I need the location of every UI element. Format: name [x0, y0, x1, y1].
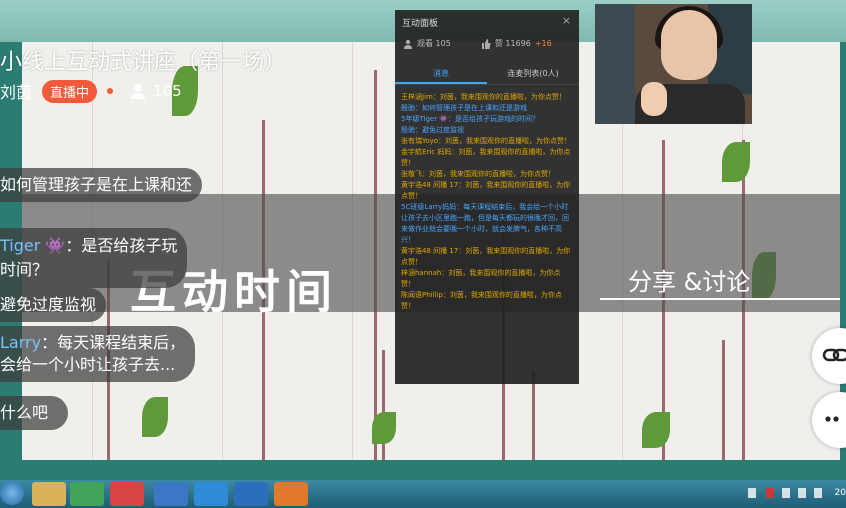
panel-message: 黄宇浩48 间播 17：刘茵，我来围观你的直播啦，为你点赞！: [401, 180, 573, 202]
chat-bubble: Tiger 👾：是否给孩子玩 时间？: [0, 228, 188, 288]
message-text: 48 间播 17：刘茵，我来围观你的直播啦，为你点赞！: [401, 247, 571, 266]
chat-bubble: Larry：每天课程结束后， 会给一个小时让孩子去...: [0, 326, 196, 382]
presenter-face: [661, 10, 717, 80]
live-dot-icon: [107, 88, 114, 94]
bubble-author: Tiger: [0, 236, 41, 255]
message-author[interactable]: 黄宇浩: [401, 247, 422, 255]
message-author[interactable]: 殷驰: [401, 104, 415, 112]
panel-message: 张敬飞：刘茵，我来围观你的直播啦，为你点赞！: [401, 169, 573, 180]
interaction-panel: 互动面板 × 观看 105 赞 11696 +16 消息 连麦列表(0人) 王梓…: [395, 10, 579, 384]
bubble-author: Larry: [0, 333, 42, 352]
likes-label: 赞 11696: [494, 39, 531, 48]
panel-message: 陈闻语Phillip：刘茵，我来围观你的直播啦，为你点赞！: [401, 290, 573, 312]
leaf: [642, 412, 670, 448]
message-author[interactable]: 5C班级Larry妈妈: [401, 203, 456, 211]
message-text: ：刘茵，我来围观你的直播啦，为你点赞！: [422, 170, 555, 178]
ppt-taskbar-icon[interactable]: [274, 482, 308, 506]
message-text: ：是否给孩子玩游戏的时间？: [448, 115, 540, 123]
panel-stats: 观看 105 赞 11696 +16: [403, 38, 552, 49]
volume-icon[interactable]: [814, 488, 822, 498]
panel-message: 5年级Tiger 👾：是否给孩子玩游戏的时间？: [401, 114, 573, 125]
presenter-hand: [641, 82, 667, 116]
viewer-icon: [131, 84, 146, 99]
panel-message: 梓涵hannah：刘茵，我来围观你的直播啦，为你点赞！: [401, 268, 573, 290]
plant-stem: [722, 340, 725, 460]
close-icon[interactable]: ×: [562, 14, 571, 27]
bubble-text: 如何管理孩子是在上课和还: [0, 175, 193, 194]
clock[interactable]: 20: [835, 488, 846, 498]
message-author[interactable]: 5年级Tiger 👾: [401, 115, 448, 123]
panel-title: 互动面板: [402, 19, 439, 29]
host-name[interactable]: 刘茵: [0, 79, 32, 103]
bubble-text: 避免过度监视: [0, 295, 97, 314]
viewer-count: 105: [153, 82, 182, 100]
tray-icon[interactable]: [748, 488, 756, 498]
link-icon: [822, 348, 846, 362]
tab-messages[interactable]: 消息: [395, 66, 487, 84]
start-button[interactable]: [0, 481, 24, 505]
message-author[interactable]: 张有瑞Yoyo: [401, 137, 438, 145]
panel-message: 王梓涵Jim：刘茵，我来围观你的直播啦，为你点赞！: [401, 92, 573, 103]
panel-message: 金宇航Eric 妈妈：刘茵，我来围观你的直播啦，为你点赞！: [401, 147, 573, 169]
panel-message: 黄宇浩48 间播 17：刘茵，我来围观你的直播啦，为你点赞！: [401, 246, 573, 268]
app-taskbar-icon[interactable]: [194, 482, 228, 506]
message-author[interactable]: 殷驰: [401, 126, 415, 134]
leaf: [142, 397, 168, 437]
bubble-text: ：每天课程结束后，: [41, 333, 186, 352]
more-icon: [825, 416, 839, 422]
panel-message: 5C班级Larry妈妈：每天课程结束后，我会给一个小时让孩子去小区里跑一跑，但是…: [401, 202, 573, 246]
leaf: [722, 142, 750, 182]
leaf: [372, 412, 396, 444]
panel-tabs: 消息 连麦列表(0人): [395, 66, 579, 85]
tab-mic-list[interactable]: 连麦列表(0人): [487, 66, 579, 84]
explorer-taskbar-icon[interactable]: [32, 482, 66, 506]
media-taskbar-icon[interactable]: [110, 482, 144, 506]
message-author[interactable]: 金宇航Eric 妈妈: [401, 148, 451, 156]
bubble-text: 时间？: [0, 260, 49, 279]
browser-taskbar-icon[interactable]: [70, 482, 104, 506]
panel-message: 殷驰：如何管理孩子是在上课和还是游戏: [401, 103, 573, 114]
bubble-text: ：是否给孩子玩: [65, 236, 178, 255]
bubble-text: 会给一个小时让孩子去...: [0, 355, 176, 374]
chat-bubble: 什么吧: [0, 396, 69, 430]
panel-message: 殷驰：避免过度监视: [401, 125, 573, 136]
cam-background: [595, 4, 635, 124]
likes-delta: +16: [534, 39, 552, 48]
host-row: 刘茵 直播中 105: [0, 78, 182, 104]
message-author[interactable]: 黄宇浩: [401, 181, 422, 189]
message-author[interactable]: 张敬飞: [401, 170, 422, 178]
slide-sub-title: 分享 &讨论: [628, 268, 751, 296]
message-list[interactable]: 王梓涵Jim：刘茵，我来围观你的直播啦，为你点赞！ 殷驰：如何管理孩子是在上课和还…: [401, 92, 573, 312]
message-author[interactable]: 陈闻语Phillip: [401, 291, 443, 299]
message-text: ：如何管理孩子是在上课和还是游戏: [415, 104, 527, 112]
bubble-text: 什么吧: [0, 403, 49, 422]
panel-message: 张有瑞Yoyo：刘茵，我来围观你的直播啦，为你点赞！: [401, 136, 573, 147]
message-text: ：刘茵，我来围观你的直播啦，为你点赞！: [432, 93, 566, 101]
chat-bubble: 避免过度监视: [0, 288, 107, 322]
chat-bubble: 如何管理孩子是在上课和还: [0, 168, 203, 202]
message-text: ：刘茵，我来围观你的直播啦，为你点赞！: [438, 137, 572, 145]
message-text: ：避免过度监视: [415, 126, 464, 134]
windows-taskbar: 20: [0, 480, 846, 508]
message-text: 48 间播 17：刘茵，我来围观你的直播啦，为你点赞！: [401, 181, 571, 200]
bubble-alien-icon: 👾: [45, 236, 66, 255]
message-author[interactable]: 王梓涵Jim: [401, 93, 433, 101]
app-taskbar-icon[interactable]: [154, 482, 188, 506]
thumbs-up-icon[interactable]: [481, 38, 491, 49]
tray-icon[interactable]: [782, 488, 790, 498]
network-icon[interactable]: [798, 488, 806, 498]
message-author[interactable]: 梓涵hannah: [401, 269, 441, 277]
app-taskbar-icon[interactable]: [234, 482, 268, 506]
lecture-title: 小线上互动式讲座（第一场）: [0, 50, 287, 75]
person-icon: [404, 39, 412, 49]
live-badge: 直播中: [42, 79, 98, 103]
title-underline: [600, 298, 840, 300]
webcam-video[interactable]: [595, 4, 752, 124]
tray-icon[interactable]: [766, 488, 774, 498]
views-label: 观看 105: [417, 39, 451, 48]
